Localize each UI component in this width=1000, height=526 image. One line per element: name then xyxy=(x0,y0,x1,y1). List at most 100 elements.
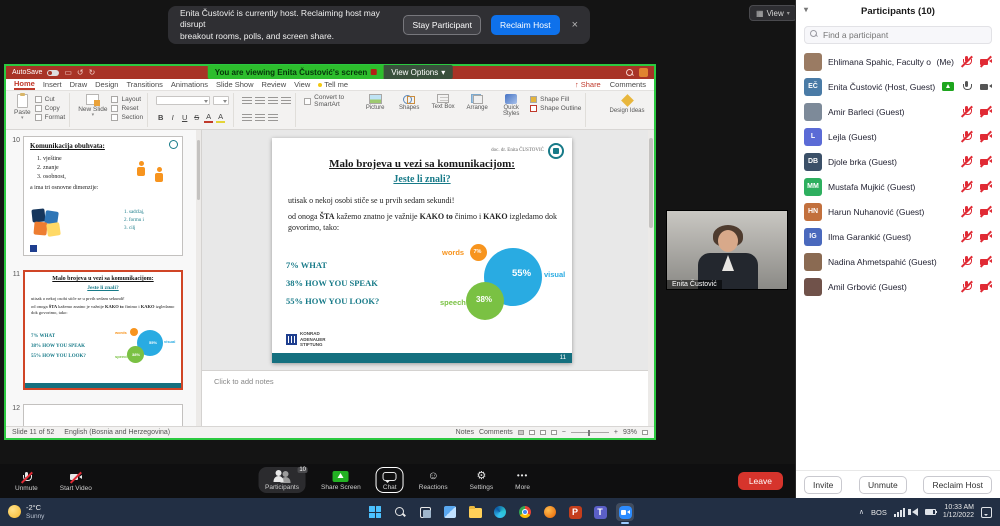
notes-pane[interactable]: Click to add notes xyxy=(202,370,648,426)
reading-view-button[interactable] xyxy=(540,430,546,435)
undo-icon[interactable]: ↺ xyxy=(77,68,84,77)
notification-center-icon[interactable] xyxy=(981,507,992,518)
tab-transitions[interactable]: Transitions xyxy=(126,80,162,89)
align-right-button[interactable] xyxy=(268,114,278,122)
edge-button[interactable] xyxy=(491,503,509,521)
italic-button[interactable]: I xyxy=(168,113,177,122)
bold-button[interactable]: B xyxy=(156,113,165,122)
shape-fill-button[interactable]: Shape Fill xyxy=(530,96,581,103)
shape-outline-button[interactable]: Shape Outline xyxy=(530,105,581,112)
participant-row[interactable]: IG Ilma Garankić (Guest) xyxy=(796,224,1000,249)
shapes-button[interactable]: Shapes xyxy=(394,94,424,111)
slide-10-thumbnail[interactable]: Komunikacija obuhvata: 1. vještine 2. zn… xyxy=(23,136,183,256)
textbox-button[interactable]: Text Box xyxy=(428,94,458,110)
participant-row[interactable]: Amir Barleci (Guest) xyxy=(796,99,1000,124)
reclaim-host-button-panel[interactable]: Reclaim Host xyxy=(923,476,992,494)
comments-toggle[interactable]: Comments xyxy=(479,429,513,436)
system-clock[interactable]: 10:33 AM 1/12/2022 xyxy=(943,504,974,520)
highlight-color-button[interactable]: A xyxy=(216,112,225,123)
underline-button[interactable]: U xyxy=(180,113,189,122)
current-slide[interactable]: doc. dr. Enita ČUSTOVIĆ Malo brojeva u v… xyxy=(272,138,572,363)
close-icon[interactable]: × xyxy=(572,19,578,31)
numbering-button[interactable] xyxy=(255,97,265,105)
picture-button[interactable]: Picture xyxy=(360,94,390,111)
slide-sorter-button[interactable] xyxy=(529,430,535,435)
language-indicator[interactable]: BOS xyxy=(871,508,887,517)
thumbnails-scrollbar[interactable] xyxy=(196,130,201,426)
stop-share-icon[interactable] xyxy=(371,69,377,75)
tab-draw[interactable]: Draw xyxy=(70,80,88,89)
new-slide-button[interactable]: New Slide ▾ xyxy=(78,94,107,117)
layout-button[interactable]: Layout xyxy=(111,96,143,103)
zoom-level[interactable]: 93% xyxy=(623,429,637,436)
tab-view[interactable]: View xyxy=(294,80,310,89)
share-button[interactable]: ↑Share xyxy=(575,80,601,89)
slide-12-thumbnail[interactable] xyxy=(23,404,183,426)
arrange-button[interactable]: Arrange xyxy=(462,94,492,111)
tab-design[interactable]: Design xyxy=(95,80,118,89)
canvas-scrollbar[interactable] xyxy=(648,130,654,426)
battery-icon[interactable] xyxy=(925,509,936,515)
indent-button[interactable] xyxy=(268,97,278,105)
design-ideas-button[interactable]: Design Ideas xyxy=(608,94,646,114)
participant-row[interactable]: DB Djole brka (Guest) xyxy=(796,149,1000,174)
zoom-out-button[interactable]: − xyxy=(562,429,566,436)
settings-button[interactable]: ⚙ Settings xyxy=(463,467,501,493)
weather-widget[interactable]: -2°C Sunny xyxy=(8,504,44,519)
paste-button[interactable]: Paste ▾ xyxy=(14,94,31,120)
reset-button[interactable]: Reset xyxy=(111,105,143,112)
tab-tellme[interactable]: Tell me xyxy=(318,80,348,89)
task-view-button[interactable] xyxy=(416,503,434,521)
stay-participant-button[interactable]: Stay Participant xyxy=(403,15,481,35)
user-avatar[interactable] xyxy=(639,68,648,77)
slide-11-thumbnail-selected[interactable]: Malo brojeva u vezi sa komunikacijom: Je… xyxy=(23,270,183,390)
speaker-video-thumbnail[interactable]: Enita Čustović xyxy=(666,210,788,290)
language-status[interactable]: English (Bosnia and Herzegovina) xyxy=(64,429,170,436)
more-button[interactable]: ••• More xyxy=(508,467,537,493)
font-name-select[interactable] xyxy=(156,96,210,105)
normal-view-button[interactable] xyxy=(518,430,524,435)
participants-button[interactable]: 10 Participants xyxy=(258,467,306,493)
invite-button[interactable]: Invite xyxy=(804,476,842,494)
strikethrough-button[interactable]: S xyxy=(192,113,201,122)
tab-home[interactable]: Home xyxy=(14,79,35,90)
save-icon[interactable]: ▭ xyxy=(64,68,72,77)
align-left-button[interactable] xyxy=(242,114,252,122)
tab-slideshow[interactable]: Slide Show xyxy=(216,80,254,89)
comments-button[interactable]: Comments xyxy=(610,80,646,89)
chat-button[interactable]: Chat xyxy=(376,467,404,493)
chrome-button[interactable] xyxy=(516,503,534,521)
convert-smartart-button[interactable]: Convert to SmartArt xyxy=(304,94,356,108)
taskbar-search-button[interactable] xyxy=(391,503,409,521)
search-input[interactable] xyxy=(804,26,992,44)
tab-animations[interactable]: Animations xyxy=(171,80,208,89)
unmute-button-panel[interactable]: Unmute xyxy=(859,476,907,494)
fit-slide-button[interactable] xyxy=(642,430,648,435)
participant-row[interactable]: L Lejla (Guest) xyxy=(796,124,1000,149)
zoom-slider[interactable] xyxy=(571,432,609,433)
view-options-button[interactable]: View Options ▾ xyxy=(384,65,452,79)
search-icon[interactable] xyxy=(626,69,633,76)
cut-button[interactable]: Cut xyxy=(35,96,66,103)
align-center-button[interactable] xyxy=(255,114,265,122)
view-button[interactable]: ▦ View ▾ xyxy=(749,5,797,21)
reclaim-host-button[interactable]: Reclaim Host xyxy=(491,15,560,35)
start-button[interactable] xyxy=(366,503,384,521)
leave-button[interactable]: Leave xyxy=(738,472,783,490)
line-spacing-button[interactable] xyxy=(281,97,291,105)
autosave-toggle[interactable] xyxy=(47,70,59,76)
teams-button[interactable]: T xyxy=(591,503,609,521)
tray-chevron-icon[interactable]: ∧ xyxy=(859,508,864,516)
tab-review[interactable]: Review xyxy=(262,80,287,89)
bullets-button[interactable] xyxy=(242,97,252,105)
participant-row[interactable]: Ehlimana Spahic, Faculty of Political Sc… xyxy=(796,49,1000,74)
powerpoint-button[interactable]: P xyxy=(566,503,584,521)
file-explorer-button[interactable] xyxy=(466,503,484,521)
network-icon[interactable] xyxy=(894,508,905,517)
participant-row[interactable]: MM Mustafa Mujkić (Guest) xyxy=(796,174,1000,199)
quick-styles-button[interactable]: Quick Styles xyxy=(496,94,526,117)
font-size-select[interactable] xyxy=(213,96,229,105)
participant-row[interactable]: Nadina Ahmetspahić (Guest) xyxy=(796,249,1000,274)
collapse-panel-icon[interactable]: ▾ xyxy=(804,5,808,14)
tab-insert[interactable]: Insert xyxy=(43,80,62,89)
